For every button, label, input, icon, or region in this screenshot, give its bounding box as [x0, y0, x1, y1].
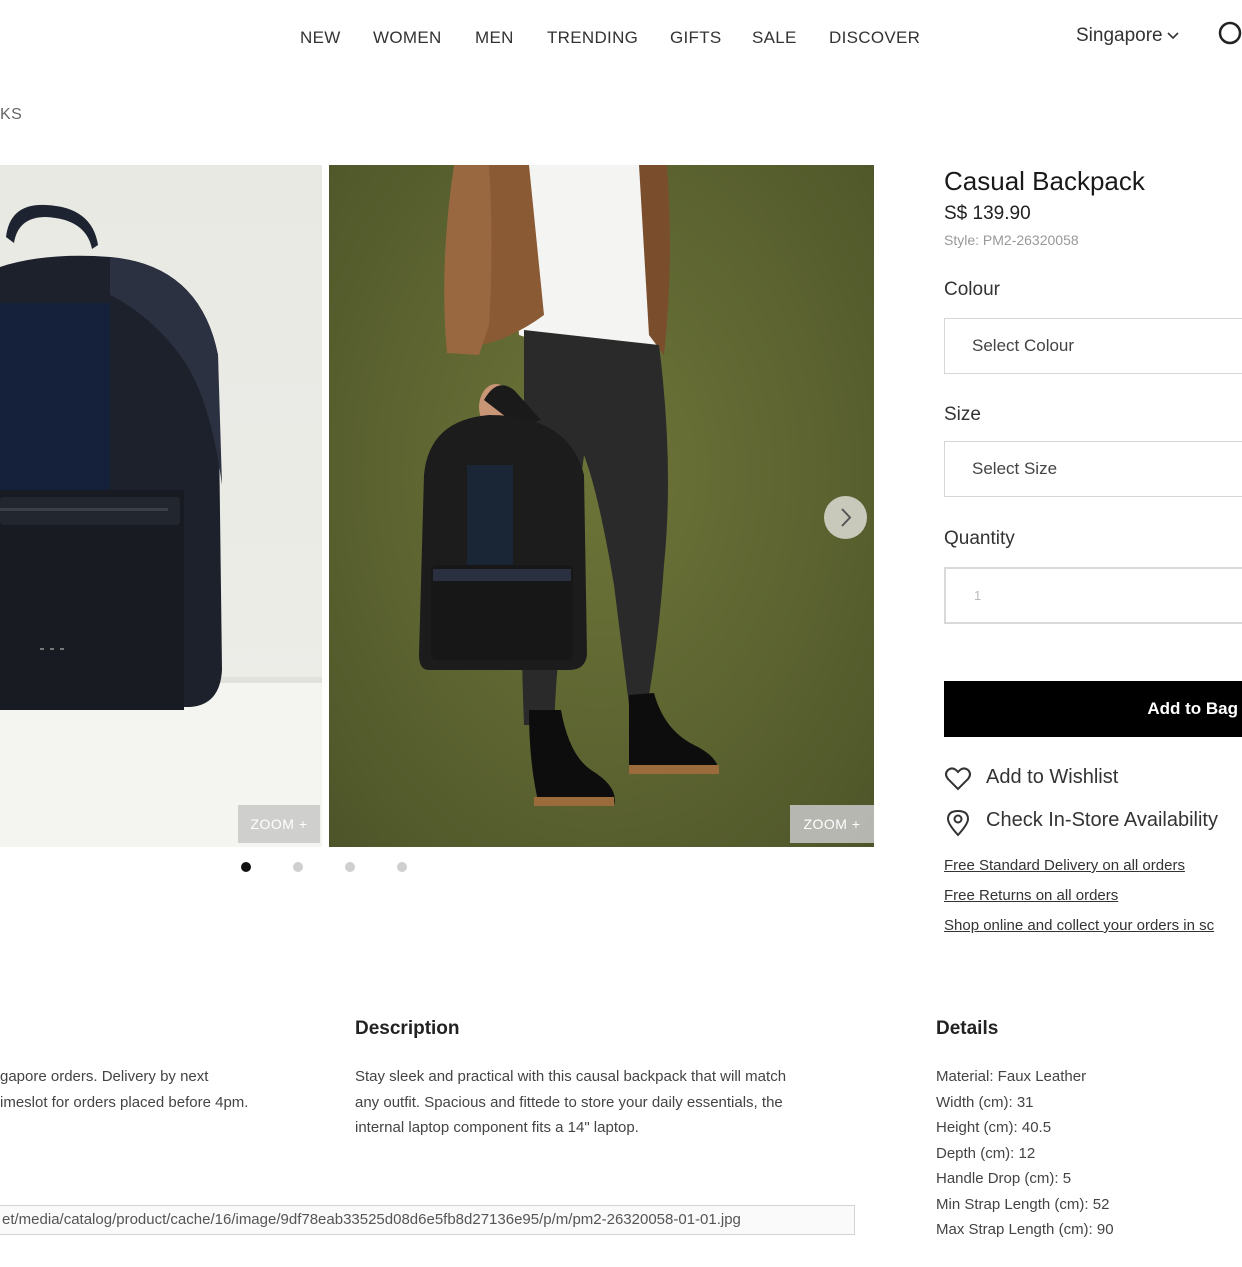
top-nav: NEW WOMEN MEN TRENDING GIFTS SALE DISCOV…	[0, 28, 1242, 58]
gallery-dot-3[interactable]	[345, 862, 355, 872]
detail-item: Material: Faux Leather	[936, 1068, 1087, 1085]
add-to-bag-button[interactable]: Add to Bag	[944, 681, 1242, 737]
product-title: Casual Backpack	[944, 166, 1145, 196]
nav-item-sale[interactable]: SALE	[752, 28, 797, 48]
detail-item: Max Strap Length (cm): 90	[936, 1221, 1114, 1238]
location-pin-icon	[946, 809, 970, 837]
detail-item: Min Strap Length (cm): 52	[936, 1195, 1110, 1213]
model-with-backpack-image	[419, 165, 719, 806]
chevron-down-icon	[1167, 32, 1179, 40]
nav-item-trending[interactable]: TRENDING	[547, 28, 638, 48]
delivery-line: gapore orders. Delivery by next	[0, 1068, 209, 1085]
description-line: any outfit. Spacious and fittede to stor…	[355, 1093, 783, 1111]
colour-select[interactable]: Select Colour	[944, 318, 1242, 374]
product-image-2[interactable]: ZOOM +	[329, 165, 874, 847]
colour-label: Colour	[944, 279, 1000, 300]
delivery-line: imeslot for orders placed before 4pm.	[0, 1093, 249, 1111]
gallery-dot-2[interactable]	[293, 862, 303, 872]
region-label: Singapore	[1076, 25, 1163, 46]
description-line: Stay sleek and practical with this causa…	[355, 1068, 787, 1085]
details-list: Material: Faux Leather Width (cm): 31 He…	[936, 1064, 1114, 1243]
chevron-right-icon	[841, 508, 852, 527]
product-price: S$ 139.90	[944, 203, 1031, 224]
gallery-dot-1[interactable]	[241, 862, 251, 872]
policy-link-returns[interactable]: Free Returns on all orders	[944, 887, 1118, 904]
zoom-button-1[interactable]: ZOOM +	[238, 805, 320, 843]
quantity-label: Quantity	[944, 528, 1015, 549]
region-selector[interactable]: Singapore	[1076, 25, 1179, 47]
quantity-input[interactable]: 1	[944, 567, 1242, 624]
detail-item: Height (cm): 40.5	[936, 1119, 1052, 1136]
policy-link-collect[interactable]: Shop online and collect your orders in s…	[944, 917, 1214, 934]
description-heading: Description	[355, 1018, 460, 1039]
size-select[interactable]: Select Size	[944, 441, 1242, 497]
backpack-front-image	[0, 204, 322, 847]
description-text: Stay sleek and practical with this causa…	[355, 1064, 786, 1141]
delivery-info-text: gapore orders. Delivery by next imeslot …	[0, 1064, 248, 1115]
search-icon[interactable]	[1216, 20, 1242, 50]
gallery-dot-4[interactable]	[397, 862, 407, 872]
nav-item-women[interactable]: WOMEN	[373, 28, 442, 48]
detail-item: Width (cm): 31	[936, 1093, 1034, 1111]
check-store-availability-link[interactable]: Check In-Store Availability	[944, 809, 1242, 837]
product-image-1[interactable]: ZOOM +	[0, 165, 322, 847]
nav-item-gifts[interactable]: GIFTS	[670, 28, 722, 48]
nav-item-men[interactable]: MEN	[475, 28, 514, 48]
detail-item: Handle Drop (cm): 5	[936, 1170, 1072, 1187]
zoom-button-2[interactable]: ZOOM +	[790, 805, 874, 843]
heart-icon	[945, 767, 971, 791]
detail-item: Depth (cm): 12	[936, 1144, 1036, 1162]
wishlist-label: Add to Wishlist	[986, 766, 1119, 788]
store-availability-label: Check In-Store Availability	[986, 809, 1218, 831]
status-bar-url: et/media/catalog/product/cache/16/image/…	[0, 1205, 855, 1235]
nav-item-discover[interactable]: DISCOVER	[829, 28, 920, 48]
breadcrumb[interactable]: KS	[0, 106, 22, 124]
add-to-wishlist-link[interactable]: Add to Wishlist	[944, 766, 1242, 794]
nav-item-new[interactable]: NEW	[300, 28, 341, 48]
size-label: Size	[944, 404, 981, 425]
details-heading: Details	[936, 1018, 999, 1039]
description-line: internal laptop component fits a 14" lap…	[355, 1119, 639, 1136]
policy-link-delivery[interactable]: Free Standard Delivery on all orders	[944, 857, 1185, 874]
next-image-button[interactable]	[824, 496, 867, 539]
product-style-code: Style: PM2-26320058	[944, 232, 1079, 248]
